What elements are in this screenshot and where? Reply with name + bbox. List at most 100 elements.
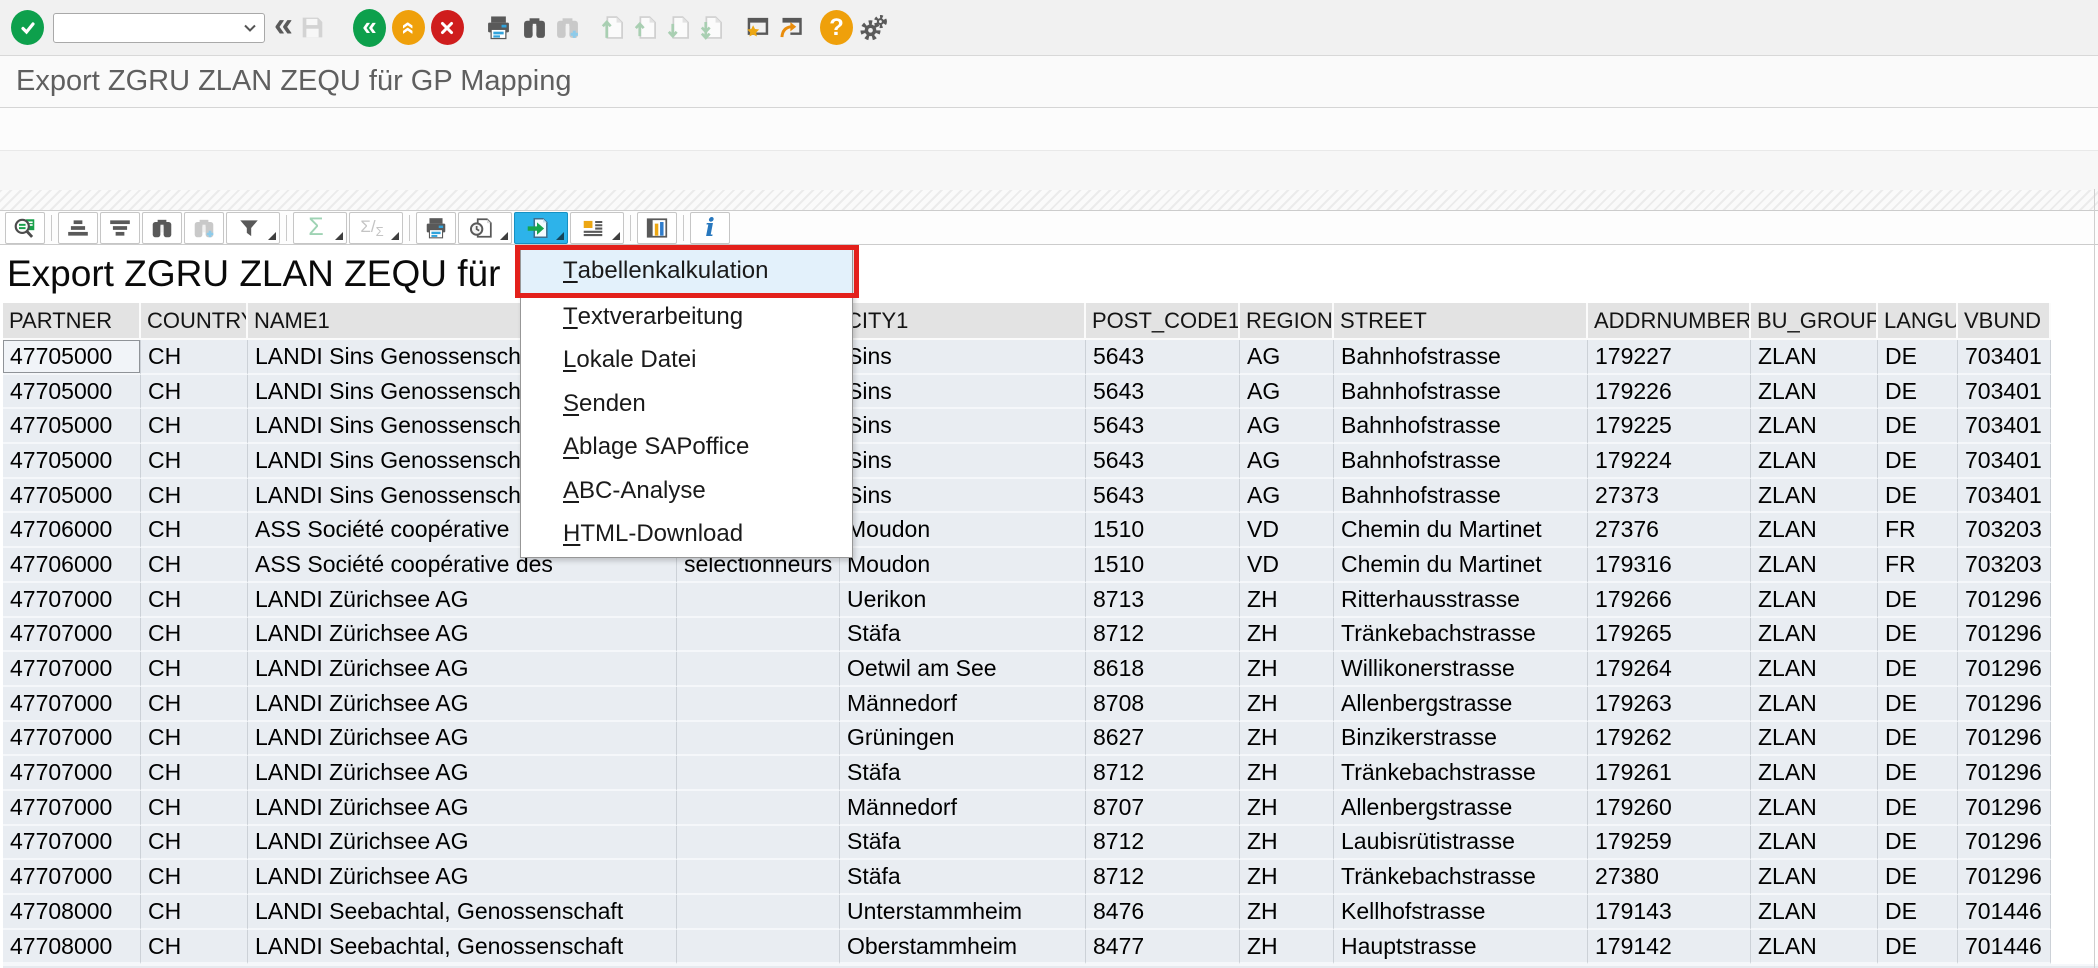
- customize-icon[interactable]: [860, 8, 888, 48]
- info-button[interactable]: i: [690, 212, 730, 244]
- table-cell-ADDRNUMBER[interactable]: 179265: [1588, 618, 1751, 653]
- find-icon[interactable]: [521, 8, 548, 48]
- table-cell-hidden[interactable]: [677, 652, 840, 687]
- table-cell-VBUND[interactable]: 703401: [1958, 409, 2051, 444]
- table-cell-LANGU[interactable]: DE: [1878, 479, 1958, 514]
- table-cell-LANGU[interactable]: DE: [1878, 375, 1958, 410]
- table-cell-REGION[interactable]: ZH: [1240, 583, 1334, 618]
- export-button[interactable]: [514, 212, 568, 244]
- exit-icon[interactable]: «: [392, 8, 425, 48]
- table-cell-COUNTRY[interactable]: CH: [141, 548, 248, 583]
- table-cell-BU_GROUP[interactable]: ZLAN: [1751, 722, 1878, 757]
- table-cell-CITY1[interactable]: Stäfa: [840, 756, 1086, 791]
- column-header-REGION[interactable]: REGION: [1240, 303, 1334, 340]
- menu-item-ablage-sapoffice[interactable]: Ablage SAPoffice: [521, 426, 852, 470]
- page-up-icon[interactable]: [633, 8, 660, 48]
- sort-ascending-button[interactable]: [58, 212, 98, 244]
- table-cell-VBUND[interactable]: 701296: [1958, 687, 2051, 722]
- find-next-icon[interactable]: [554, 8, 581, 48]
- table-cell-LANGU[interactable]: DE: [1878, 618, 1958, 653]
- table-cell-LANGU[interactable]: FR: [1878, 548, 1958, 583]
- table-cell-LANGU[interactable]: DE: [1878, 722, 1958, 757]
- table-cell-PARTNER[interactable]: 47705000: [3, 409, 141, 444]
- column-header-PARTNER[interactable]: PARTNER: [3, 303, 141, 340]
- table-cell-STREET[interactable]: Allenbergstrasse: [1334, 687, 1588, 722]
- table-cell-REGION[interactable]: ZH: [1240, 826, 1334, 861]
- table-cell-REGION[interactable]: ZH: [1240, 895, 1334, 930]
- table-cell-STREET[interactable]: Ritterhausstrasse: [1334, 583, 1588, 618]
- table-cell-VBUND[interactable]: 701446: [1958, 895, 2051, 930]
- table-cell-BU_GROUP[interactable]: ZLAN: [1751, 340, 1878, 375]
- table-cell-hidden[interactable]: [677, 722, 840, 757]
- table-cell-PARTNER[interactable]: 47705000: [3, 479, 141, 514]
- table-cell-BU_GROUP[interactable]: ZLAN: [1751, 930, 1878, 965]
- last-page-icon[interactable]: [699, 8, 726, 48]
- table-cell-ADDRNUMBER[interactable]: 179143: [1588, 895, 1751, 930]
- menu-item-senden[interactable]: Senden: [521, 382, 852, 426]
- table-cell-NAME1[interactable]: LANDI Zürichsee AG: [248, 618, 677, 653]
- table-cell-hidden[interactable]: [677, 791, 840, 826]
- table-cell-CITY1[interactable]: Grüningen: [840, 722, 1086, 757]
- table-cell-STREET[interactable]: Laubisrütistrasse: [1334, 826, 1588, 861]
- table-cell-STREET[interactable]: Bahnhofstrasse: [1334, 340, 1588, 375]
- table-cell-hidden[interactable]: [677, 930, 840, 965]
- table-cell-NAME1[interactable]: LANDI Zürichsee AG: [248, 583, 677, 618]
- table-cell-STREET[interactable]: Bahnhofstrasse: [1334, 444, 1588, 479]
- column-header-STREET[interactable]: STREET: [1334, 303, 1588, 340]
- details-button[interactable]: [5, 212, 45, 244]
- table-cell-ADDRNUMBER[interactable]: 179260: [1588, 791, 1751, 826]
- table-cell-PARTNER[interactable]: 47707000: [3, 583, 141, 618]
- table-cell-COUNTRY[interactable]: CH: [141, 375, 248, 410]
- table-cell-STREET[interactable]: Tränkebachstrasse: [1334, 756, 1588, 791]
- table-cell-POST_CODE1[interactable]: 8712: [1086, 618, 1240, 653]
- table-cell-POST_CODE1[interactable]: 8712: [1086, 860, 1240, 895]
- table-cell-BU_GROUP[interactable]: ZLAN: [1751, 687, 1878, 722]
- table-cell-COUNTRY[interactable]: CH: [141, 618, 248, 653]
- table-cell-POST_CODE1[interactable]: 8476: [1086, 895, 1240, 930]
- table-cell-CITY1[interactable]: Moudon: [840, 513, 1086, 548]
- table-cell-COUNTRY[interactable]: CH: [141, 722, 248, 757]
- table-cell-VBUND[interactable]: 701296: [1958, 618, 2051, 653]
- subtotal-button[interactable]: Σ/Σ: [349, 212, 403, 244]
- table-cell-STREET[interactable]: Allenbergstrasse: [1334, 791, 1588, 826]
- table-cell-ADDRNUMBER[interactable]: 179225: [1588, 409, 1751, 444]
- table-cell-REGION[interactable]: AG: [1240, 444, 1334, 479]
- table-cell-PARTNER[interactable]: 47707000: [3, 826, 141, 861]
- table-cell-COUNTRY[interactable]: CH: [141, 340, 248, 375]
- table-cell-STREET[interactable]: Bahnhofstrasse: [1334, 479, 1588, 514]
- table-cell-POST_CODE1[interactable]: 5643: [1086, 340, 1240, 375]
- table-cell-CITY1[interactable]: Sins: [840, 444, 1086, 479]
- table-cell-CITY1[interactable]: Sins: [840, 479, 1086, 514]
- table-cell-REGION[interactable]: VD: [1240, 548, 1334, 583]
- table-cell-NAME1[interactable]: LANDI Zürichsee AG: [248, 652, 677, 687]
- table-cell-COUNTRY[interactable]: CH: [141, 652, 248, 687]
- table-cell-REGION[interactable]: AG: [1240, 409, 1334, 444]
- table-cell-BU_GROUP[interactable]: ZLAN: [1751, 409, 1878, 444]
- menu-item-abc-analyse[interactable]: ABC-Analyse: [521, 469, 852, 513]
- table-cell-NAME1[interactable]: LANDI Zürichsee AG: [248, 756, 677, 791]
- table-cell-hidden[interactable]: [677, 687, 840, 722]
- table-cell-ADDRNUMBER[interactable]: 27376: [1588, 513, 1751, 548]
- table-cell-VBUND[interactable]: 701446: [1958, 930, 2051, 965]
- column-header-POST_CODE1[interactable]: POST_CODE1: [1086, 303, 1240, 340]
- table-cell-CITY1[interactable]: Oetwil am See: [840, 652, 1086, 687]
- table-cell-VBUND[interactable]: 703401: [1958, 479, 2051, 514]
- table-cell-VBUND[interactable]: 701296: [1958, 860, 2051, 895]
- table-cell-STREET[interactable]: Tränkebachstrasse: [1334, 618, 1588, 653]
- table-cell-CITY1[interactable]: Uerikon: [840, 583, 1086, 618]
- table-cell-POST_CODE1[interactable]: 8713: [1086, 583, 1240, 618]
- table-cell-COUNTRY[interactable]: CH: [141, 860, 248, 895]
- cancel-icon[interactable]: [431, 8, 464, 48]
- table-cell-BU_GROUP[interactable]: ZLAN: [1751, 513, 1878, 548]
- column-header-ADDRNUMBER[interactable]: ADDRNUMBER: [1588, 303, 1751, 340]
- table-cell-STREET[interactable]: Binzikerstrasse: [1334, 722, 1588, 757]
- table-cell-NAME1[interactable]: LANDI Zürichsee AG: [248, 826, 677, 861]
- table-cell-VBUND[interactable]: 701296: [1958, 791, 2051, 826]
- table-cell-POST_CODE1[interactable]: 1510: [1086, 548, 1240, 583]
- table-cell-STREET[interactable]: Kellhofstrasse: [1334, 895, 1588, 930]
- table-cell-VBUND[interactable]: 701296: [1958, 652, 2051, 687]
- table-cell-PARTNER[interactable]: 47707000: [3, 860, 141, 895]
- table-cell-CITY1[interactable]: Sins: [840, 375, 1086, 410]
- table-cell-COUNTRY[interactable]: CH: [141, 687, 248, 722]
- table-cell-REGION[interactable]: VD: [1240, 513, 1334, 548]
